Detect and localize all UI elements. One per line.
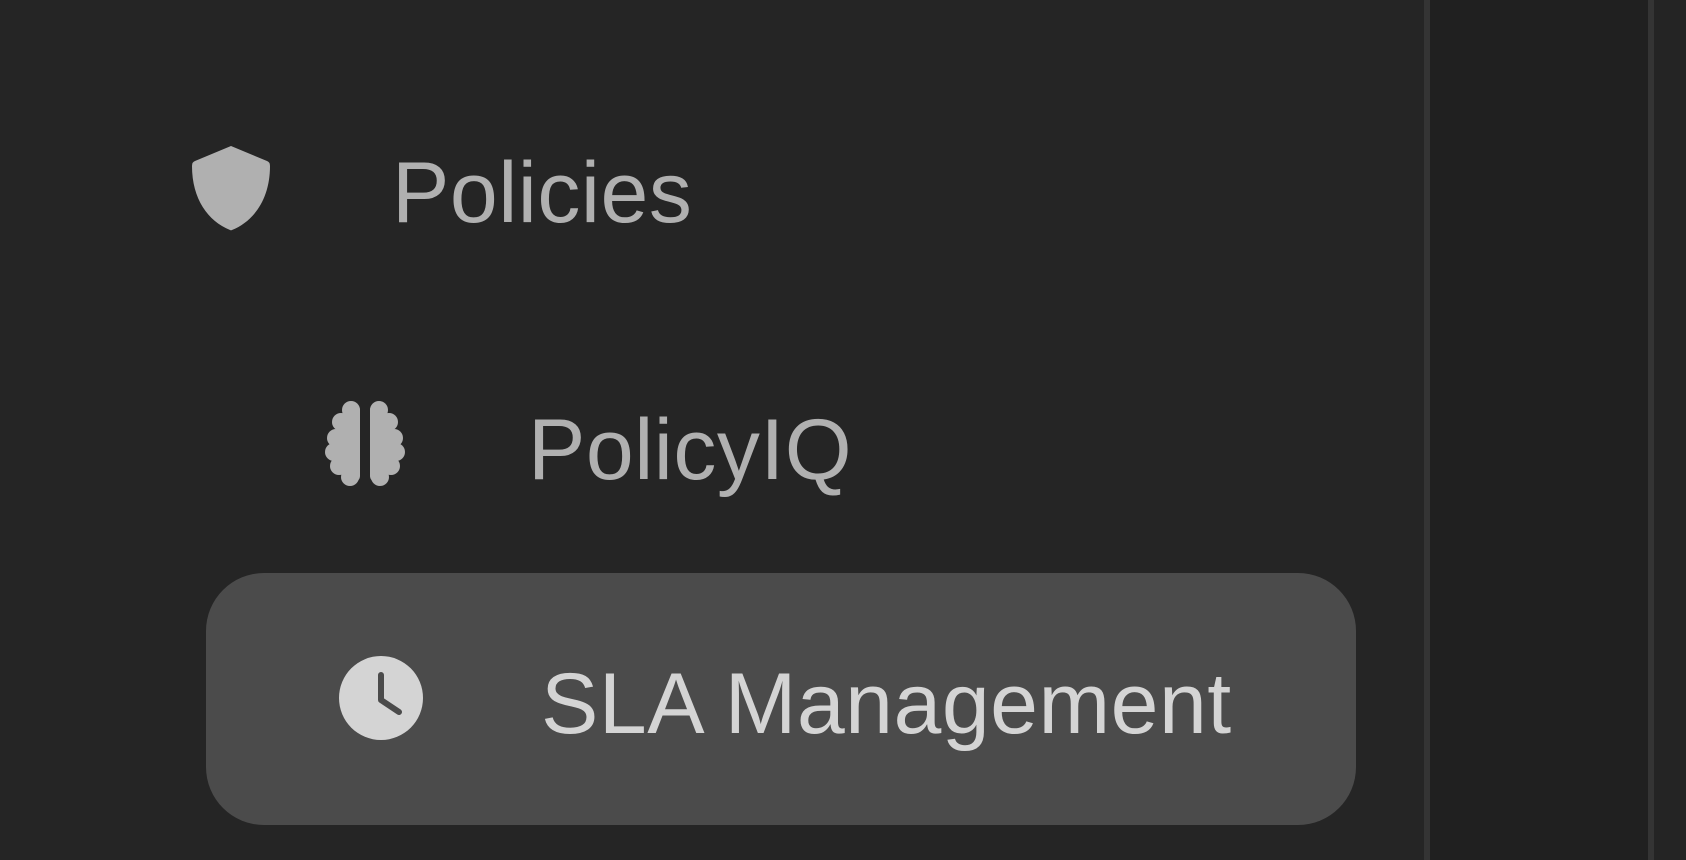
tertiary-pane [1654,0,1686,860]
brain-icon [322,400,408,486]
sidebar-item-label: SLA Management [541,656,1232,752]
sidebar-nav: Policies PolicyIQ SLA Management [0,0,1424,860]
clock-icon [338,655,424,741]
sidebar-item-policies[interactable]: Policies [160,120,760,270]
sidebar-item-label: PolicyIQ [528,402,853,498]
sidebar-item-sla-management[interactable]: SLA Management [206,573,1356,825]
sidebar-item-label: Policies [392,145,693,241]
shield-icon [190,144,272,232]
app-window: Policies PolicyIQ SLA Management [0,0,1686,860]
sidebar-item-policyiq[interactable]: PolicyIQ [300,380,900,510]
secondary-pane [1430,0,1648,860]
